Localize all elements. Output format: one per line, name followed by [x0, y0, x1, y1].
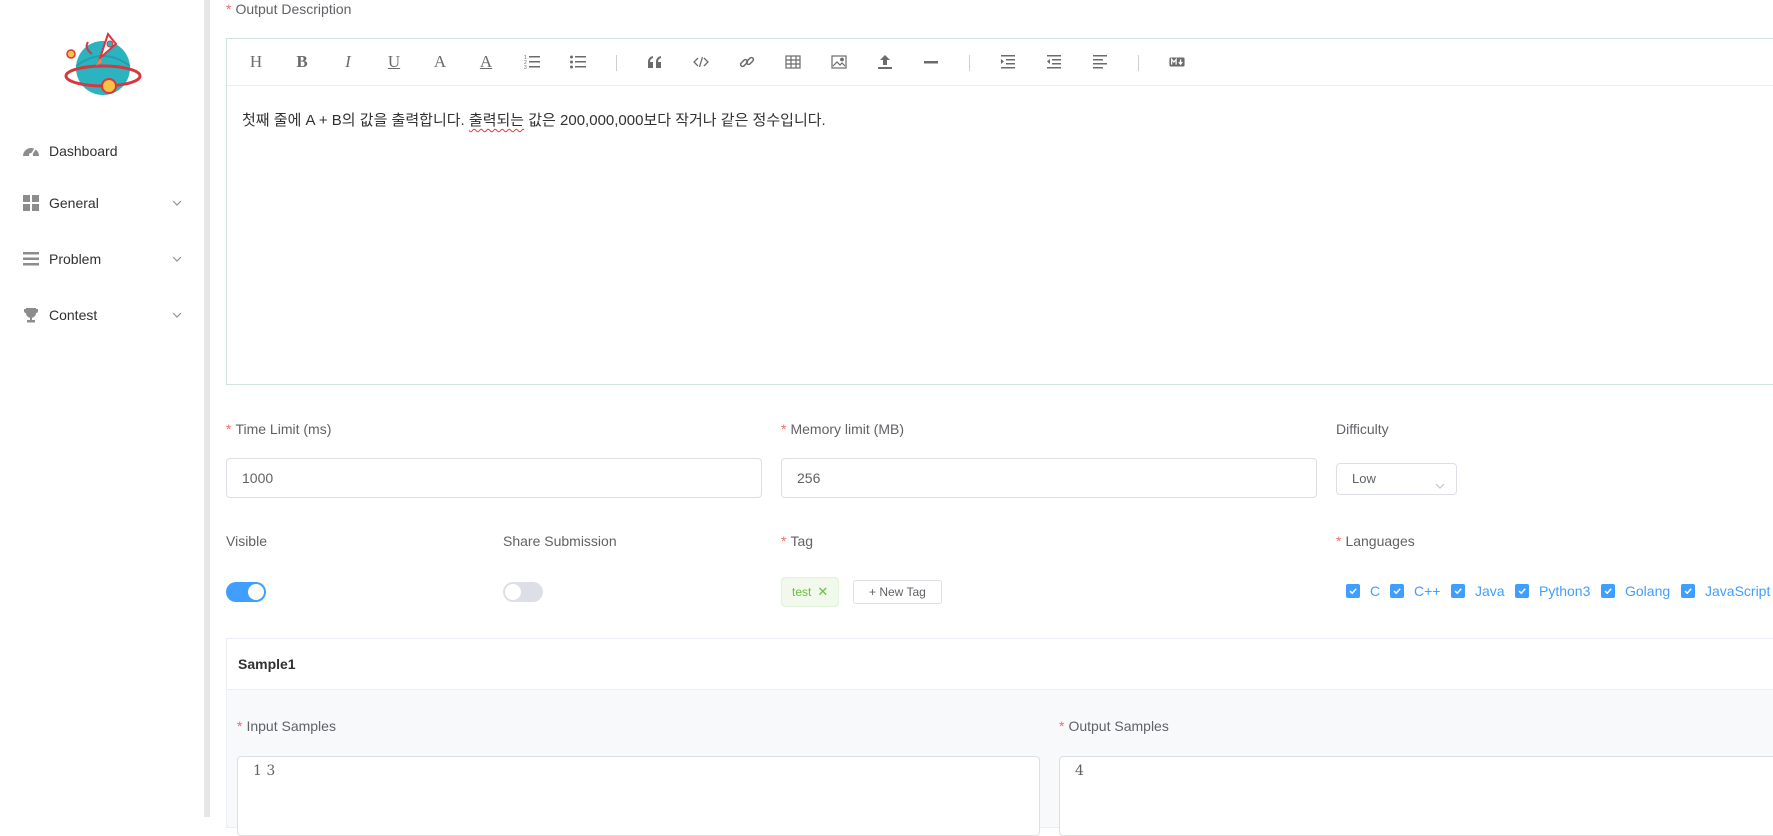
image-icon[interactable]	[829, 52, 849, 72]
dashboard-icon	[22, 142, 40, 160]
checkmark-icon	[1601, 584, 1615, 598]
sidebar-item-dashboard[interactable]: Dashboard	[0, 131, 204, 171]
language-checkbox-javascript[interactable]: JavaScript	[1681, 583, 1770, 599]
difficulty-value: Low	[1352, 471, 1376, 486]
output-description-editor[interactable]: H B I U A A 123 첫째 줄에 A + B의 값을 출력합니다. 출…	[226, 38, 1773, 385]
markdown-icon[interactable]	[1167, 52, 1187, 72]
chevron-down-icon	[170, 252, 184, 266]
code-icon[interactable]	[691, 52, 711, 72]
visible-label: Visible	[226, 533, 267, 549]
language-checkbox-golang[interactable]: Golang	[1601, 583, 1670, 599]
sample-card-header: Sample1	[227, 639, 1773, 690]
sidebar-item-label: Contest	[49, 307, 98, 323]
editor-toolbar: H B I U A A 123	[227, 39, 1773, 86]
share-submission-label: Share Submission	[503, 533, 617, 549]
memory-limit-label: * Memory limit (MB)	[781, 421, 904, 437]
ordered-list-icon[interactable]: 123	[522, 52, 542, 72]
sample-title: Sample1	[238, 656, 296, 672]
blockquote-icon[interactable]	[645, 52, 665, 72]
sidebar-item-label: Dashboard	[49, 143, 118, 159]
new-tag-button[interactable]: + New Tag	[853, 580, 942, 604]
output-samples-textarea[interactable]: 4	[1059, 756, 1773, 836]
checkmark-icon	[1515, 584, 1529, 598]
language-checkbox-java[interactable]: Java	[1451, 583, 1505, 599]
bold-icon[interactable]: B	[292, 52, 312, 72]
link-icon[interactable]	[737, 52, 757, 72]
trophy-icon	[22, 306, 40, 324]
rocket-planet-logo[interactable]	[62, 26, 144, 106]
checkmark-icon	[1346, 584, 1360, 598]
toggle-knob	[248, 584, 264, 600]
toolbar-separator	[616, 55, 617, 71]
sidebar-item-general[interactable]: General	[0, 183, 204, 223]
time-limit-label: * Time Limit (ms)	[226, 421, 332, 437]
sidebar-item-problem[interactable]: Problem	[0, 239, 204, 279]
italic-icon[interactable]: I	[338, 52, 358, 72]
language-label: Golang	[1625, 583, 1671, 599]
sample-card: Sample1 * Input Samples 1 3 * Output Sampl…	[226, 638, 1773, 836]
horizontal-rule-icon[interactable]	[921, 52, 941, 72]
visible-toggle[interactable]	[226, 582, 266, 602]
unordered-list-icon[interactable]	[568, 52, 588, 72]
sidebar-item-contest[interactable]: Contest	[0, 295, 204, 335]
sidebar-divider[interactable]	[204, 0, 210, 817]
tag-label: * Tag	[781, 533, 814, 549]
language-label: JavaScript	[1705, 583, 1771, 599]
language-label: C++	[1414, 583, 1441, 599]
align-left-icon[interactable]	[1090, 52, 1110, 72]
indent-icon[interactable]	[998, 52, 1018, 72]
underline-icon[interactable]: U	[384, 52, 404, 72]
language-checkbox-cpp[interactable]: C++	[1390, 583, 1440, 599]
checkmark-icon	[1451, 584, 1465, 598]
time-limit-input[interactable]: 1000	[226, 458, 762, 498]
difficulty-select[interactable]: Low	[1336, 463, 1457, 495]
language-label: Python3	[1539, 583, 1591, 599]
share-submission-toggle[interactable]	[503, 582, 543, 602]
font-size-icon[interactable]: A	[430, 52, 450, 72]
languages-label: * Languages	[1336, 533, 1415, 549]
list-icon	[22, 250, 40, 268]
input-samples-textarea[interactable]: 1 3	[237, 756, 1040, 836]
outdent-icon[interactable]	[1044, 52, 1064, 72]
output-description-label: * Output Description	[226, 1, 352, 17]
sidebar-item-label: General	[49, 195, 99, 211]
table-icon[interactable]	[783, 52, 803, 72]
language-checkbox-c[interactable]: C	[1346, 583, 1380, 599]
language-label: Java	[1475, 583, 1505, 599]
checkmark-icon	[1681, 584, 1695, 598]
chevron-down-icon	[170, 196, 184, 210]
grid-icon	[22, 194, 40, 212]
difficulty-label: Difficulty	[1336, 421, 1389, 437]
toolbar-separator	[969, 55, 970, 71]
chevron-down-icon	[1434, 473, 1446, 489]
chevron-down-icon	[170, 308, 184, 322]
sidebar-item-label: Problem	[49, 251, 102, 267]
language-label: C	[1370, 583, 1381, 599]
toggle-knob	[505, 584, 521, 600]
output-samples-label: * Output Samples	[1059, 718, 1169, 734]
sidebar: Dashboard General Problem Contest	[0, 0, 204, 817]
toolbar-separator	[1138, 55, 1139, 71]
tag-chip-label: test	[792, 585, 812, 599]
font-color-icon[interactable]: A	[476, 52, 496, 72]
heading-icon[interactable]: H	[246, 52, 266, 72]
language-checkbox-python3[interactable]: Python3	[1515, 583, 1590, 599]
editor-content[interactable]: 첫째 줄에 A + B의 값을 출력합니다. 출력되는 값은 200,000,0…	[242, 109, 826, 130]
memory-limit-input[interactable]: 256	[781, 458, 1317, 498]
close-icon[interactable]: ✕	[817, 584, 828, 599]
checkmark-icon	[1390, 584, 1404, 598]
input-samples-label: * Input Samples	[237, 718, 336, 734]
tag-chip: test ✕	[781, 577, 840, 607]
svg-text:3: 3	[524, 65, 527, 70]
upload-icon[interactable]	[875, 52, 895, 72]
